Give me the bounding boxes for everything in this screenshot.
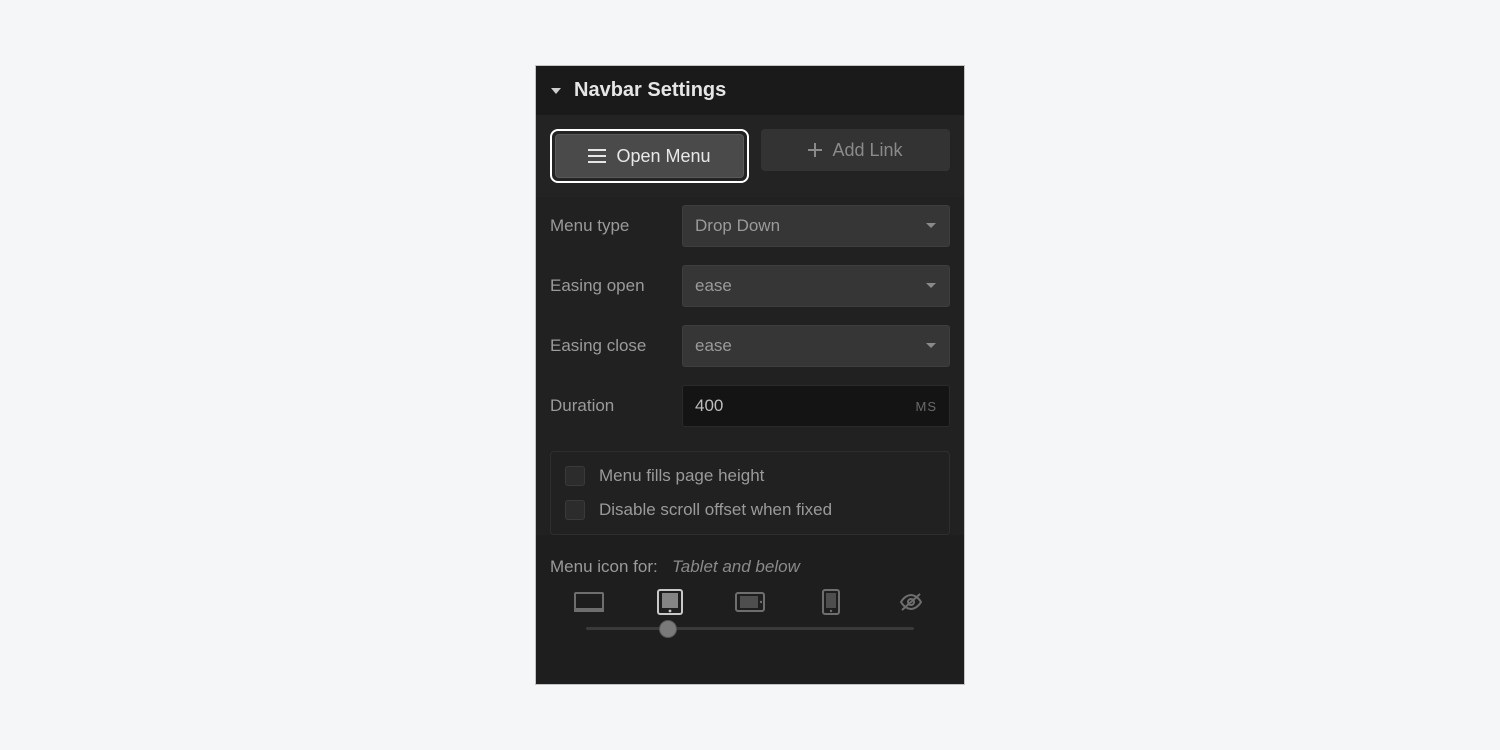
- open-menu-label: Open Menu: [616, 146, 710, 167]
- caret-down-icon: [550, 86, 562, 96]
- settings-group: Menu type Drop Down Easing open ease Eas…: [536, 197, 964, 535]
- menu-type-select[interactable]: Drop Down: [682, 205, 950, 247]
- chevron-down-icon: [925, 282, 937, 290]
- breakpoint-slider[interactable]: [586, 627, 914, 630]
- add-link-label: Add Link: [832, 140, 902, 161]
- open-menu-highlight: Open Menu: [550, 129, 749, 183]
- checkbox-box: [565, 500, 585, 520]
- easing-open-label: Easing open: [550, 276, 670, 296]
- hidden-icon[interactable]: [896, 591, 926, 613]
- fills-height-checkbox[interactable]: Menu fills page height: [565, 466, 935, 486]
- easing-open-row: Easing open ease: [550, 265, 950, 307]
- checkbox-block: Menu fills page height Disable scroll of…: [550, 451, 950, 535]
- fills-height-label: Menu fills page height: [599, 466, 764, 486]
- easing-open-select[interactable]: ease: [682, 265, 950, 307]
- open-menu-button[interactable]: Open Menu: [555, 134, 744, 178]
- hamburger-icon: [588, 149, 606, 163]
- navbar-settings-panel: Navbar Settings Open Menu Add Link Menu …: [536, 66, 964, 684]
- duration-label: Duration: [550, 396, 670, 416]
- section-title: Navbar Settings: [574, 79, 726, 102]
- menu-icon-row: Menu icon for: Tablet and below: [536, 535, 964, 583]
- duration-input[interactable]: 400 MS: [682, 385, 950, 427]
- easing-open-value: ease: [695, 276, 732, 296]
- checkbox-box: [565, 466, 585, 486]
- slider-thumb[interactable]: [659, 620, 677, 638]
- menu-type-row: Menu type Drop Down: [550, 205, 950, 247]
- chevron-down-icon: [925, 222, 937, 230]
- plus-icon: [808, 143, 822, 157]
- phone-icon[interactable]: [816, 591, 846, 613]
- menu-icon-label: Menu icon for:: [550, 557, 658, 576]
- add-link-button[interactable]: Add Link: [761, 129, 950, 171]
- device-row: [536, 583, 964, 615]
- tablet-landscape-icon[interactable]: [735, 591, 765, 613]
- menu-type-value: Drop Down: [695, 216, 780, 236]
- button-row: Open Menu Add Link: [536, 115, 964, 197]
- duration-value: 400: [695, 396, 723, 416]
- menu-icon-value: Tablet and below: [672, 557, 800, 576]
- menu-type-label: Menu type: [550, 216, 670, 236]
- easing-close-label: Easing close: [550, 336, 670, 356]
- section-header[interactable]: Navbar Settings: [536, 66, 964, 115]
- disable-scroll-label: Disable scroll offset when fixed: [599, 500, 832, 520]
- disable-scroll-checkbox[interactable]: Disable scroll offset when fixed: [565, 500, 935, 520]
- duration-unit: MS: [916, 399, 938, 414]
- tablet-icon[interactable]: [655, 591, 685, 613]
- duration-row: Duration 400 MS: [550, 385, 950, 427]
- easing-close-row: Easing close ease: [550, 325, 950, 367]
- easing-close-select[interactable]: ease: [682, 325, 950, 367]
- easing-close-value: ease: [695, 336, 732, 356]
- chevron-down-icon: [925, 342, 937, 350]
- desktop-icon[interactable]: [574, 591, 604, 613]
